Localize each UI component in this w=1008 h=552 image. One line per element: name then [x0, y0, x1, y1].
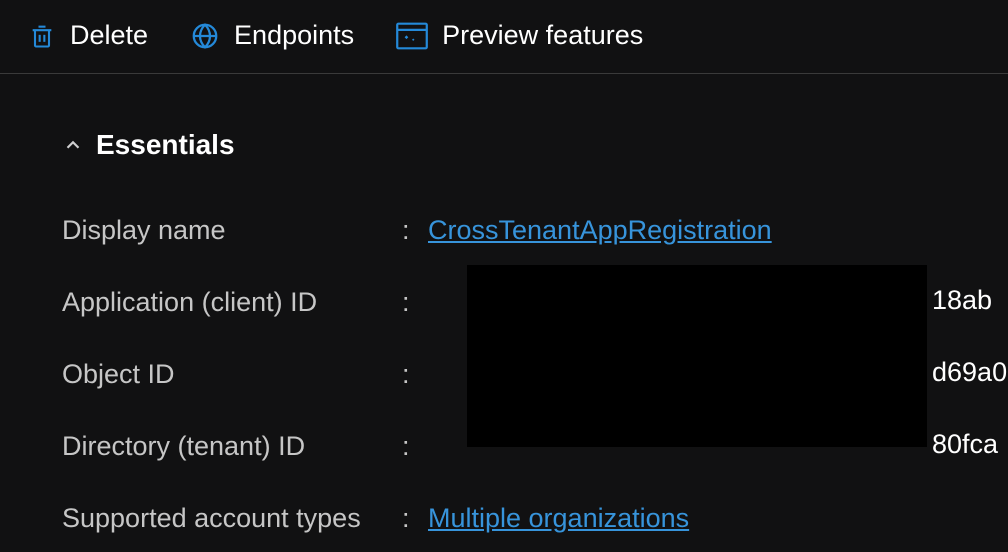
preview-features-label: Preview features	[442, 20, 643, 51]
chevron-up-icon	[62, 134, 84, 156]
essentials-toggle[interactable]: Essentials	[62, 129, 1008, 161]
essentials-title: Essentials	[96, 129, 235, 161]
display-name-row: Display name : CrossTenantAppRegistratio…	[62, 213, 1008, 247]
globe-icon	[190, 21, 220, 51]
application-id-label: Application (client) ID	[62, 287, 402, 318]
colon: :	[402, 503, 428, 534]
directory-id-partial: 80fca	[932, 429, 998, 460]
essentials-section: Essentials Display name : CrossTenantApp…	[0, 74, 1008, 535]
preview-features-icon	[396, 22, 428, 50]
endpoints-button[interactable]: Endpoints	[190, 20, 354, 51]
directory-id-label: Directory (tenant) ID	[62, 431, 402, 462]
endpoints-label: Endpoints	[234, 20, 354, 51]
display-name-label: Display name	[62, 215, 402, 246]
delete-button[interactable]: Delete	[28, 20, 148, 51]
colon: :	[402, 287, 428, 318]
property-list: Display name : CrossTenantAppRegistratio…	[62, 213, 1008, 535]
colon: :	[402, 359, 428, 390]
object-id-label: Object ID	[62, 359, 402, 390]
application-id-partial: 18ab	[932, 285, 992, 316]
delete-label: Delete	[70, 20, 148, 51]
colon: :	[402, 431, 428, 462]
object-id-partial: d69a05	[932, 357, 1008, 388]
account-types-row: Supported account types : Multiple organ…	[62, 501, 1008, 535]
trash-icon	[28, 21, 56, 51]
redaction-block	[467, 265, 927, 447]
display-name-value[interactable]: CrossTenantAppRegistration	[428, 215, 772, 246]
account-types-value[interactable]: Multiple organizations	[428, 503, 689, 534]
command-bar: Delete Endpoints Preview features	[0, 0, 1008, 74]
account-types-label: Supported account types	[62, 503, 402, 534]
colon: :	[402, 215, 428, 246]
preview-features-button[interactable]: Preview features	[396, 20, 643, 51]
